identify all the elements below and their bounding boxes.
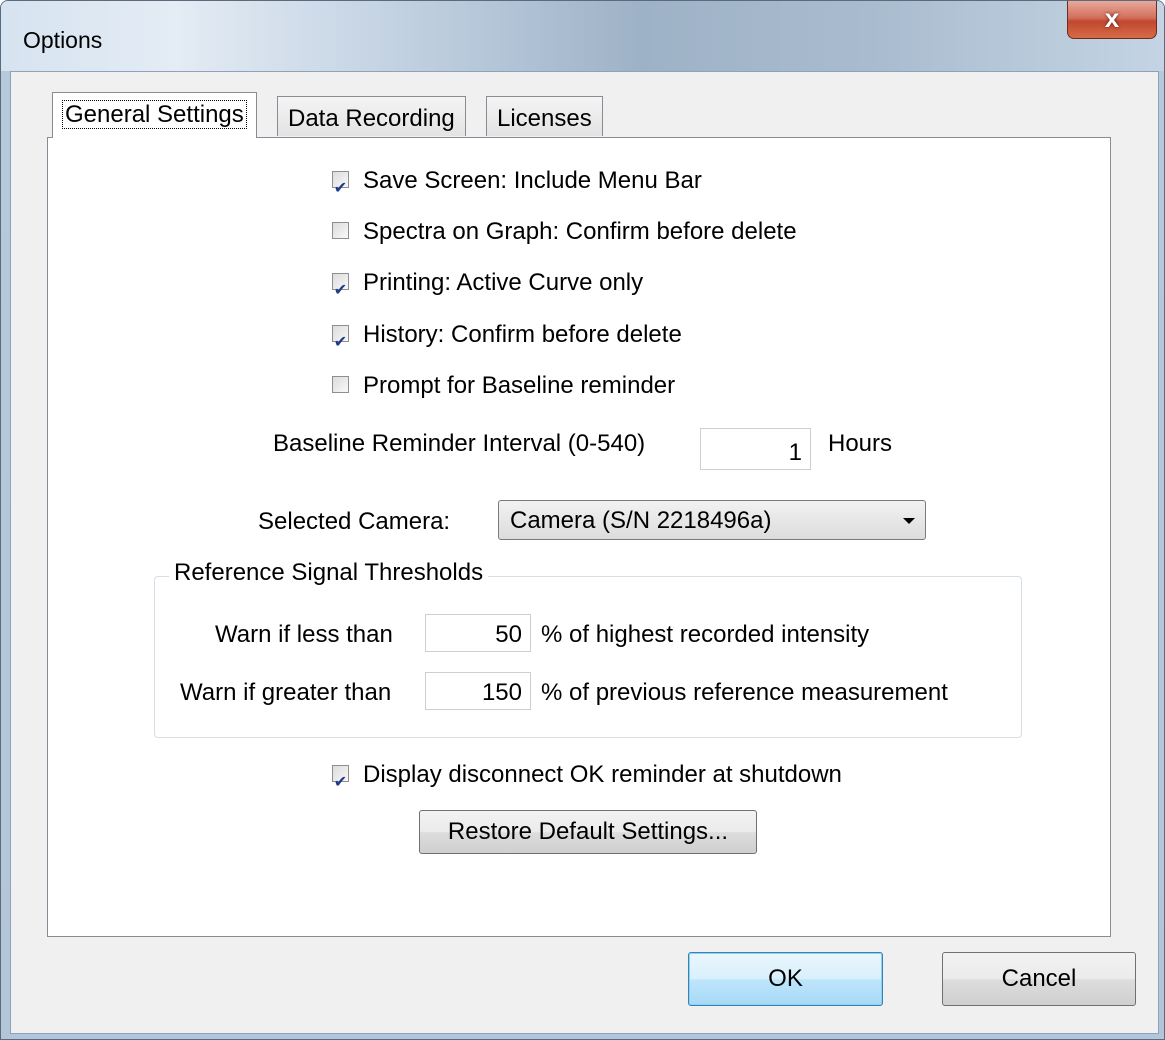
baseline-interval-input[interactable]: 1: [700, 428, 811, 470]
warn-less-input[interactable]: 50: [425, 614, 531, 652]
checkbox-box[interactable]: ✔: [332, 325, 349, 351]
checkbox-label: Prompt for Baseline reminder: [363, 372, 676, 399]
group-title: Reference Signal Thresholds: [169, 559, 489, 587]
warn-greater-input[interactable]: 150: [425, 672, 531, 710]
chevron-down-icon[interactable]: [903, 518, 915, 524]
checkbox-box[interactable]: [332, 376, 349, 393]
checkbox-label: Display disconnect OK reminder at shutdo…: [363, 761, 842, 788]
baseline-interval-unit: Hours: [828, 430, 893, 457]
warn-greater-suffix: % of previous reference measurement: [541, 679, 948, 706]
options-dialog: Options x General Settings Data Recordin…: [0, 0, 1165, 1040]
check-icon: ✔: [333, 334, 348, 351]
ok-button[interactable]: OK: [688, 952, 883, 1006]
check-icon: ✔: [333, 180, 348, 197]
check-icon: ✔: [333, 282, 348, 299]
warn-greater-label: Warn if greater than: [180, 679, 392, 706]
checkbox-box[interactable]: ✔: [332, 171, 349, 197]
tab-licenses[interactable]: Licenses: [486, 96, 603, 136]
tab-data-recording[interactable]: Data Recording: [277, 96, 466, 136]
baseline-interval-label: Baseline Reminder Interval (0-540): [273, 430, 646, 457]
checkbox-box[interactable]: ✔: [332, 765, 349, 791]
general-settings-panel: ✔ Save Screen: Include Menu Bar Spectra …: [47, 137, 1111, 937]
tab-licenses-label: Licenses: [497, 105, 592, 132]
checkbox-box[interactable]: ✔: [332, 273, 349, 299]
checkbox-label: History: Confirm before delete: [363, 321, 682, 348]
tab-data-recording-label: Data Recording: [288, 105, 455, 132]
camera-select-value: Camera (S/N 2218496a): [510, 507, 772, 534]
restore-default-settings-button[interactable]: Restore Default Settings...: [419, 810, 757, 854]
camera-select[interactable]: Camera (S/N 2218496a): [498, 500, 926, 540]
warn-less-label: Warn if less than: [215, 621, 393, 648]
window-title: Options: [23, 27, 103, 53]
checkbox-label: Save Screen: Include Menu Bar: [363, 167, 702, 194]
title-bar[interactable]: Options x: [1, 1, 1164, 71]
dialog-client-area: General Settings Data Recording Licenses…: [10, 71, 1159, 1034]
checkbox-box[interactable]: [332, 222, 349, 239]
checkbox-label: Printing: Active Curve only: [363, 269, 644, 296]
checkbox-label: Spectra on Graph: Confirm before delete: [363, 218, 797, 245]
selected-camera-label: Selected Camera:: [258, 508, 451, 535]
warn-less-suffix: % of highest recorded intensity: [541, 621, 870, 648]
check-icon: ✔: [333, 774, 348, 791]
close-icon: x: [1104, 3, 1120, 33]
cancel-button[interactable]: Cancel: [942, 952, 1136, 1006]
tab-general-settings-label: General Settings: [62, 100, 247, 129]
reference-signal-thresholds-group: Reference Signal Thresholds Warn if less…: [154, 559, 1022, 738]
close-button[interactable]: x: [1067, 1, 1157, 39]
tab-general-settings[interactable]: General Settings: [52, 92, 257, 138]
